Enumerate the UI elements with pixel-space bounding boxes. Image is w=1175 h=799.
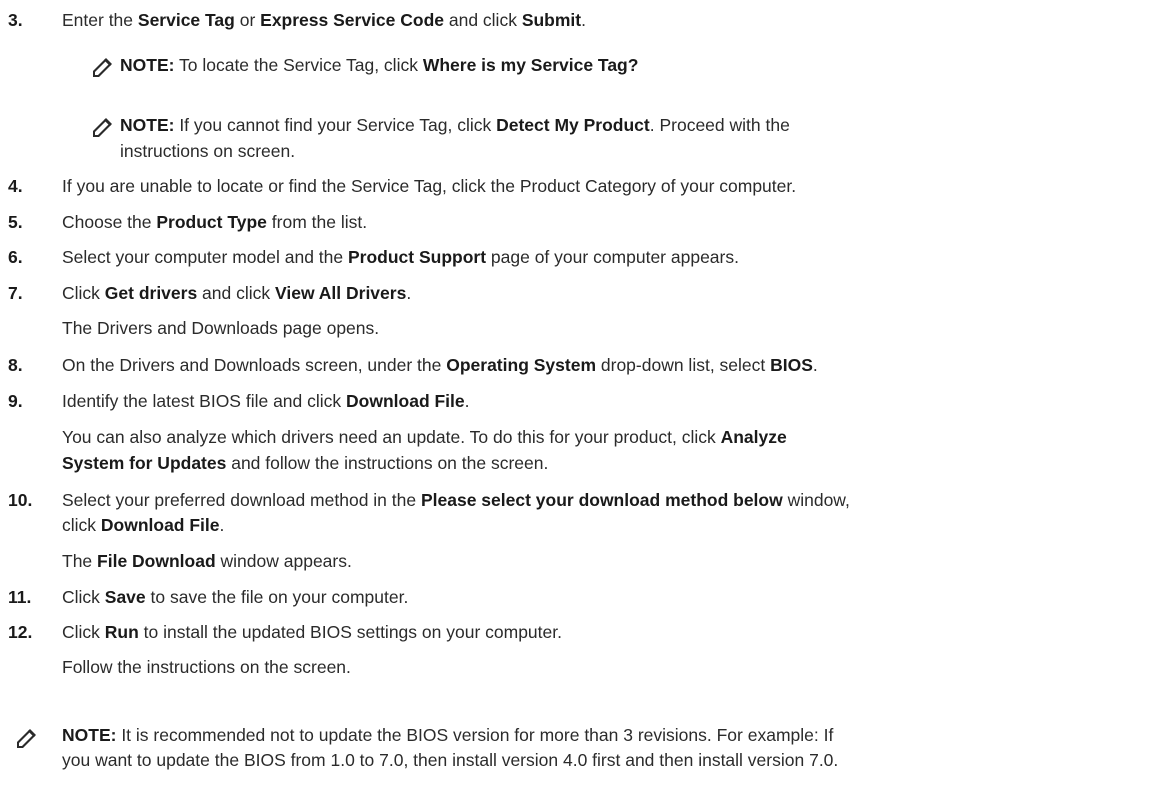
step-7-subtext: The Drivers and Downloads page opens. [62,318,380,338]
step-9-text: Identify the latest BIOS file and click … [62,391,470,411]
step-12-text: Click Run to install the updated BIOS se… [62,622,562,642]
note-2-text: NOTE: If you cannot find your Service Ta… [120,115,790,135]
step-12-subtext: Follow the instructions on the screen. [62,657,351,677]
step-number: 8. [8,355,23,375]
step-number: 9. [8,391,23,411]
step-number: 12. [8,622,33,642]
step-6-text: Select your computer model and the Produ… [62,247,739,267]
note-3-text: NOTE: It is recommended not to update th… [62,725,834,745]
step-10-text-line2: click Download File. [62,515,225,535]
pencil-note-icon [93,58,112,77]
step-10-text: Select your preferred download method in… [62,490,850,510]
step-number: 6. [8,247,23,267]
note-3-text-line2: you want to update the BIOS from 1.0 to … [62,750,839,770]
step-number: 4. [8,176,23,196]
step-11-text: Click Save to save the file on your comp… [62,587,409,607]
pencil-note-icon [17,729,36,748]
step-8-text: On the Drivers and Downloads screen, und… [62,355,818,375]
step-7-text: Click Get drivers and click View All Dri… [62,283,412,303]
step-9-subtext-line2: System for Updates and follow the instru… [62,453,549,473]
step-number: 5. [8,212,23,232]
step-3-text: Enter the Service Tag or Express Service… [62,10,586,30]
step-9-subtext: You can also analyze which drivers need … [62,427,787,447]
step-number: 7. [8,283,23,303]
step-4-text: If you are unable to locate or find the … [62,176,797,196]
step-10-subtext: The File Download window appears. [62,551,352,571]
step-5-text: Choose the Product Type from the list. [62,212,368,232]
step-number: 10. [8,490,33,510]
step-number: 11. [8,587,32,607]
pencil-note-icon [93,118,112,137]
note-1-text: NOTE: To locate the Service Tag, click W… [120,55,639,75]
note-2-text-line2: instructions on screen. [120,141,296,161]
step-number: 3. [8,10,23,30]
